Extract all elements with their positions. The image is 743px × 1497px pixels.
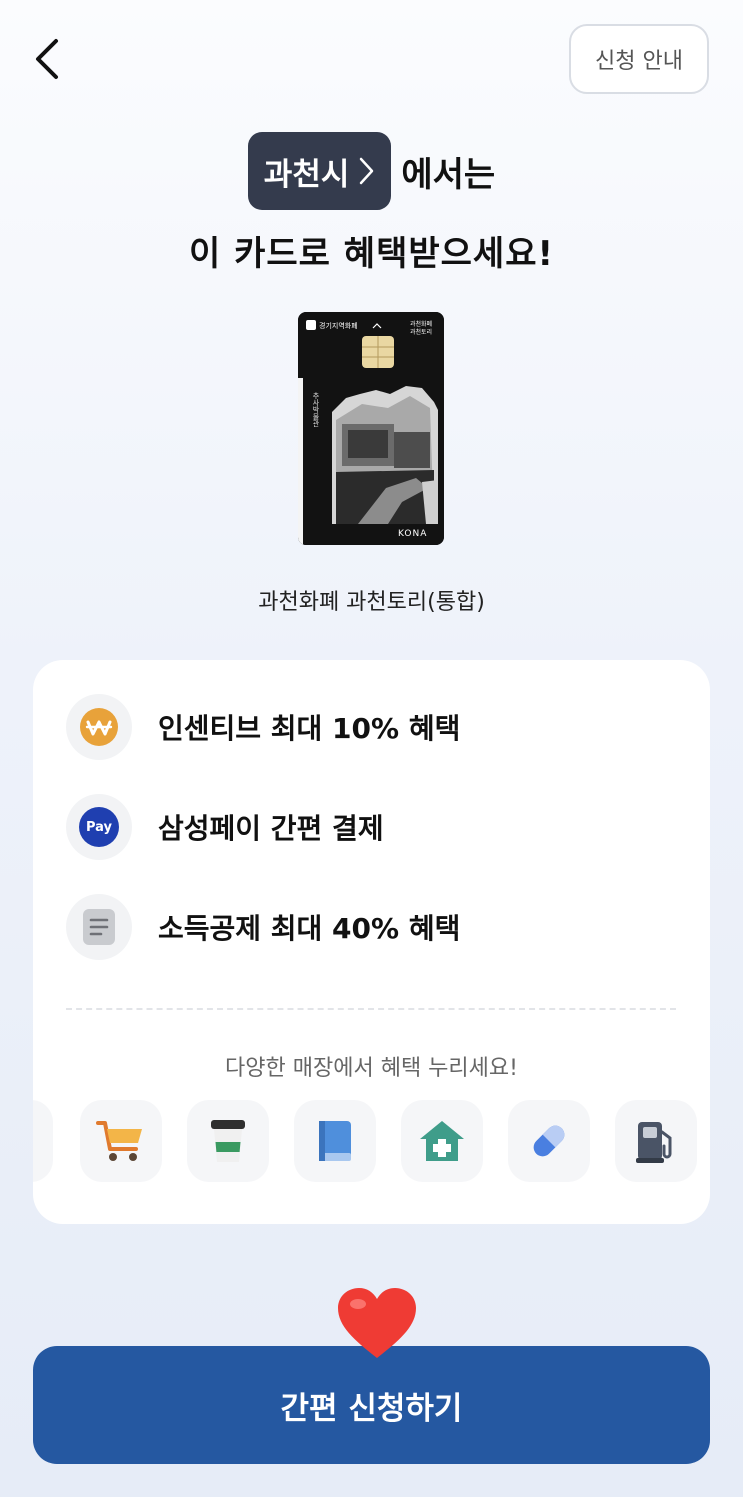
coffee-cup-icon [211,1120,245,1162]
pill-icon [533,1125,565,1157]
benefit-item-samsung-pay: Pay 삼성페이 간편 결제 [66,794,384,860]
store-tile-gas-station[interactable] [615,1100,697,1182]
cart-icon [96,1121,142,1161]
card-image: 경기지역화폐 과천화폐 과천토리 추사박물관 KONA [298,312,444,545]
card-maker: KONA [398,529,427,539]
store-tile-hospital[interactable] [401,1100,483,1182]
benefit-item-tax-deduction: 소득공제 최대 40% 혜택 [66,894,460,960]
store-tile-mart[interactable] [80,1100,162,1182]
divider [66,1008,676,1010]
benefit-icon-container: Pay [66,794,132,860]
card-name: 과천화폐 과천토리(통합) [258,590,485,615]
card-chip-icon [362,336,394,368]
won-coin-icon [80,708,118,746]
gas-station-icon [636,1122,672,1163]
store-tile-partial [33,1100,53,1182]
chevron-left-icon [36,39,58,79]
benefit-icon-container [66,894,132,960]
store-tile-pharmacy[interactable] [508,1100,590,1182]
benefit-icon-container [66,694,132,760]
heart-icon [338,1288,416,1358]
hospital-icon [420,1121,464,1161]
brand-logo-icon [306,320,316,330]
benefit-label: 소득공제 최대 40% 혜택 [158,912,461,945]
benefit-label: 인센티브 최대 10% 혜택 [158,712,461,745]
back-button[interactable] [22,32,72,86]
card-art: 경기지역화폐 과천화폐 과천토리 추사박물관 KONA [298,312,444,545]
benefit-panel: 인센티브 최대 10% 혜택 Pay 삼성페이 간편 결제 소득공제 최대 40… [33,660,710,1224]
pay-icon-text: Pay [85,819,113,835]
book-icon [319,1121,351,1161]
chevron-right-icon [360,157,374,185]
headline-suffix: 에서는 [401,154,496,195]
card-brand: 경기지역화폐 [319,321,358,330]
city-label: 과천시 [263,156,350,193]
store-tile-cafe[interactable] [187,1100,269,1182]
document-icon [83,909,115,945]
card-issuer-line2: 과천토리 [410,328,432,336]
city-selector-chip[interactable]: 과천시 [247,132,392,210]
quick-apply-button[interactable]: 간편 신청하기 [33,1346,710,1464]
stores-caption: 다양한 매장에서 혜택 누리세요! [225,1056,518,1081]
headline: 과천시 에서는 [0,132,743,210]
headline-subtitle: 이 카드로 혜택받으세요! [189,234,554,274]
application-guide-button[interactable]: 신청 안내 [569,24,709,94]
samsung-pay-icon: Pay [79,807,119,847]
store-category-carousel[interactable] [33,1100,710,1182]
card-vertical-text: 추사박물관 [312,392,320,427]
store-tile-bookstore[interactable] [294,1100,376,1182]
benefit-label: 삼성페이 간편 결제 [158,812,384,845]
museum-photo [332,386,438,524]
card-issuer-line1: 과천화폐 [410,320,432,328]
benefit-item-incentive: 인센티브 최대 10% 혜택 [66,694,460,760]
